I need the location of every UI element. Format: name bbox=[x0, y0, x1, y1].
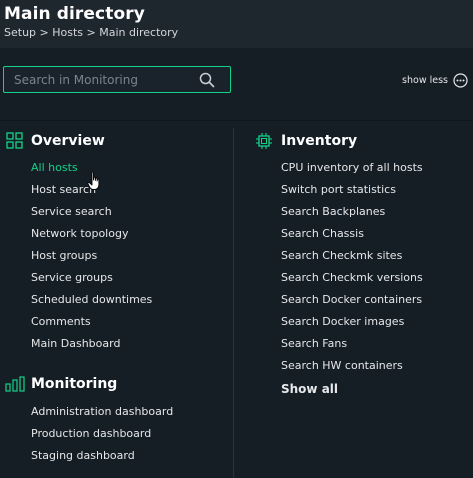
menu-item-network-topology[interactable]: Network topology bbox=[31, 227, 128, 240]
menu-item-administration-dashboard[interactable]: Administration dashboard bbox=[31, 405, 173, 418]
grid-icon bbox=[6, 132, 23, 149]
bars-icon bbox=[5, 376, 25, 392]
menu-item-scheduled-downtimes[interactable]: Scheduled downtimes bbox=[31, 293, 152, 306]
show-less-label: show less bbox=[402, 74, 448, 86]
overview-group-title: Overview bbox=[6, 132, 105, 149]
menu-item-staging-dashboard[interactable]: Staging dashboard bbox=[31, 449, 135, 462]
breadcrumb[interactable]: Setup > Hosts > Main directory bbox=[4, 26, 178, 39]
menu-item-search-docker-containers[interactable]: Search Docker containers bbox=[281, 293, 422, 306]
divider bbox=[0, 120, 473, 121]
page-title: Main directory bbox=[4, 4, 145, 24]
menu-item-switch-port-statistics[interactable]: Switch port statistics bbox=[281, 183, 396, 196]
menu-item-search-checkmk-versions[interactable]: Search Checkmk versions bbox=[281, 271, 423, 284]
menu-item-search-checkmk-sites[interactable]: Search Checkmk sites bbox=[281, 249, 402, 262]
menu-item-main-dashboard[interactable]: Main Dashboard bbox=[31, 337, 120, 350]
monitoring-title: Monitoring bbox=[31, 376, 118, 392]
menu-item-search-backplanes[interactable]: Search Backplanes bbox=[281, 205, 385, 218]
menu-item-comments[interactable]: Comments bbox=[31, 315, 91, 328]
menu-item-search-chassis[interactable]: Search Chassis bbox=[281, 227, 364, 240]
chip-icon bbox=[256, 133, 272, 149]
menu-item-search-fans[interactable]: Search Fans bbox=[281, 337, 347, 350]
page-header: Main directory Setup > Hosts > Main dire… bbox=[0, 0, 473, 48]
menu-item-host-groups[interactable]: Host groups bbox=[31, 249, 97, 262]
overview-title: Overview bbox=[31, 132, 105, 149]
menu-item-search-docker-images[interactable]: Search Docker images bbox=[281, 315, 404, 328]
menu-item-search-hw-containers[interactable]: Search HW containers bbox=[281, 359, 403, 372]
menu-item-production-dashboard[interactable]: Production dashboard bbox=[31, 427, 151, 440]
monitoring-menu-panel: show less Overview All hosts Host search… bbox=[0, 48, 473, 478]
show-less-toggle[interactable]: show less bbox=[402, 72, 468, 88]
search-icon[interactable] bbox=[199, 72, 215, 88]
menu-item-service-search[interactable]: Service search bbox=[31, 205, 112, 218]
inventory-title: Inventory bbox=[281, 133, 358, 149]
menu-item-cpu-inventory[interactable]: CPU inventory of all hosts bbox=[281, 161, 423, 174]
search-box[interactable] bbox=[3, 66, 231, 93]
column-divider bbox=[233, 128, 234, 478]
show-all-link[interactable]: Show all bbox=[281, 382, 338, 396]
hand-cursor-icon bbox=[87, 171, 100, 190]
menu-item-service-groups[interactable]: Service groups bbox=[31, 271, 113, 284]
more-options-icon bbox=[453, 72, 468, 88]
menu-item-all-hosts[interactable]: All hosts bbox=[31, 161, 78, 174]
inventory-group-title: Inventory bbox=[255, 132, 357, 150]
search-input[interactable] bbox=[4, 67, 204, 92]
monitoring-group-title: Monitoring bbox=[5, 376, 117, 392]
